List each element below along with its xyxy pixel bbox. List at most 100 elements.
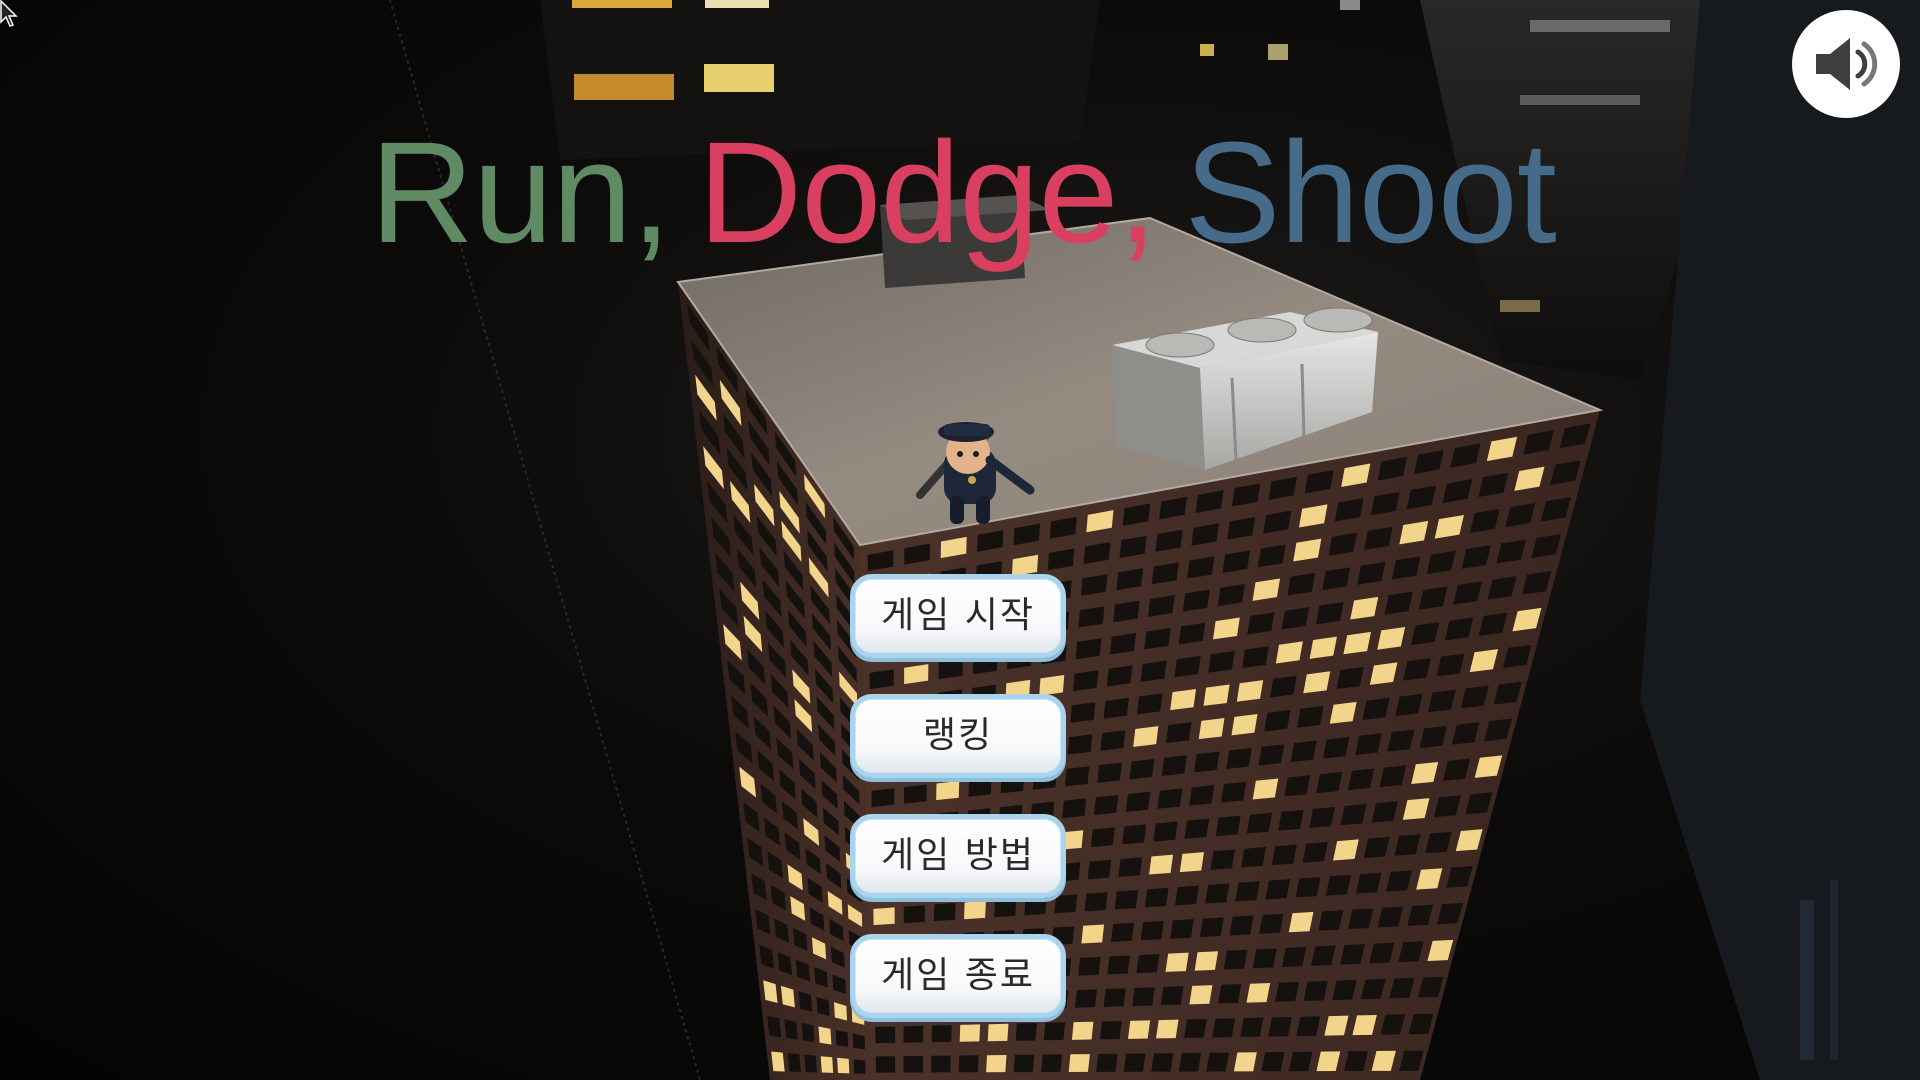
building-window bbox=[1275, 981, 1300, 1002]
building-window bbox=[903, 1055, 924, 1073]
building-window bbox=[1270, 675, 1297, 698]
building-window bbox=[1208, 651, 1235, 673]
game-scene: Run, Dodge, Shoot 게임 시작 랭킹 게임 방법 게임 종료 bbox=[0, 0, 1920, 1080]
building-window bbox=[1275, 641, 1303, 664]
building-window bbox=[1136, 693, 1163, 715]
building-window bbox=[1220, 781, 1247, 803]
building-window bbox=[1198, 718, 1225, 740]
building-window bbox=[1236, 680, 1264, 702]
building-window bbox=[1103, 988, 1126, 1007]
building-window bbox=[1129, 758, 1155, 780]
speaker-volume-icon bbox=[1816, 38, 1878, 90]
building-window bbox=[1107, 955, 1130, 975]
building-window bbox=[1078, 956, 1101, 976]
building-window bbox=[1231, 714, 1258, 736]
building-window bbox=[1309, 806, 1336, 829]
building-window bbox=[1151, 1053, 1174, 1072]
building-window bbox=[1087, 859, 1112, 880]
building-window bbox=[1235, 881, 1260, 902]
ranking-button[interactable]: 랭킹 bbox=[850, 694, 1066, 778]
building-window bbox=[1070, 702, 1096, 723]
building-window bbox=[835, 1029, 849, 1047]
building-window bbox=[1233, 1052, 1257, 1072]
building-window bbox=[1184, 818, 1210, 839]
building-window bbox=[1140, 920, 1164, 941]
building-window bbox=[1156, 1019, 1179, 1039]
building-window bbox=[1013, 1054, 1035, 1073]
building-window bbox=[1199, 917, 1224, 938]
building-window bbox=[1068, 1054, 1090, 1072]
building-window bbox=[1210, 849, 1235, 870]
building-window bbox=[1170, 688, 1197, 711]
building-window bbox=[1302, 841, 1328, 863]
building-window bbox=[1153, 821, 1178, 842]
building-window bbox=[1261, 1051, 1285, 1072]
building-window bbox=[1316, 771, 1343, 794]
title-word-dodge: Dodge, bbox=[698, 112, 1157, 273]
building-window bbox=[1174, 655, 1201, 678]
building-window bbox=[1194, 751, 1220, 773]
building-window bbox=[1094, 794, 1119, 815]
building-window bbox=[853, 1059, 866, 1074]
building-window bbox=[1184, 1019, 1207, 1038]
building-window bbox=[767, 1015, 782, 1038]
how-to-play-button[interactable]: 게임 방법 bbox=[850, 814, 1066, 898]
building-window bbox=[1271, 844, 1297, 866]
building-window bbox=[1122, 824, 1147, 845]
building-window bbox=[1278, 809, 1304, 831]
building-window bbox=[1226, 747, 1252, 769]
building-window bbox=[1281, 946, 1307, 968]
building-window bbox=[1246, 983, 1271, 1003]
building-window bbox=[1073, 670, 1099, 692]
building-window bbox=[1215, 815, 1241, 837]
building-window bbox=[1303, 671, 1331, 694]
building-window bbox=[801, 1022, 815, 1043]
building-window bbox=[1189, 985, 1213, 1005]
building-window bbox=[1258, 744, 1285, 766]
building-window bbox=[1165, 952, 1189, 972]
building-window bbox=[1290, 740, 1317, 763]
building-window bbox=[1127, 1020, 1151, 1039]
building-window bbox=[1336, 666, 1364, 690]
building-window bbox=[1223, 949, 1248, 970]
main-menu: 게임 시작 랭킹 게임 방법 게임 종료 bbox=[850, 574, 1070, 1054]
building-window bbox=[1322, 736, 1350, 759]
building-window bbox=[1111, 922, 1135, 942]
building-window bbox=[1157, 788, 1183, 809]
building-window bbox=[820, 1056, 834, 1073]
building-window bbox=[1268, 1016, 1292, 1037]
building-window bbox=[1240, 1017, 1264, 1038]
building-window bbox=[1175, 885, 1199, 906]
start-game-button[interactable]: 게임 시작 bbox=[850, 574, 1066, 658]
building-window bbox=[1329, 701, 1357, 724]
building-window bbox=[1217, 984, 1242, 1004]
building-window bbox=[1212, 1018, 1236, 1038]
building-window bbox=[1136, 954, 1160, 974]
building-window bbox=[1264, 709, 1291, 732]
building-window bbox=[1252, 948, 1277, 969]
building-window bbox=[1297, 705, 1324, 728]
building-window bbox=[1132, 987, 1155, 1007]
building-window bbox=[1075, 989, 1098, 1008]
building-window bbox=[1203, 684, 1230, 706]
building-window bbox=[1125, 791, 1151, 812]
building-window bbox=[1099, 1021, 1122, 1040]
building-window bbox=[1161, 755, 1187, 776]
building-window bbox=[1144, 887, 1169, 908]
building-window bbox=[784, 1019, 798, 1040]
sound-toggle-button[interactable] bbox=[1792, 10, 1900, 118]
building-window bbox=[1071, 1021, 1094, 1040]
building-window bbox=[1067, 734, 1093, 755]
building-window bbox=[818, 1026, 832, 1045]
building-window bbox=[1133, 726, 1159, 747]
building-window bbox=[1252, 778, 1279, 800]
building-window bbox=[1246, 812, 1273, 834]
title-word-run: Run, bbox=[370, 112, 671, 273]
quit-game-button[interactable]: 게임 종료 bbox=[850, 934, 1066, 1018]
building-window bbox=[1205, 883, 1230, 904]
building-window bbox=[1189, 785, 1215, 806]
building-window bbox=[1123, 1053, 1146, 1072]
building-window bbox=[1343, 631, 1372, 655]
building-window bbox=[1090, 827, 1115, 848]
building-window bbox=[1309, 636, 1337, 659]
